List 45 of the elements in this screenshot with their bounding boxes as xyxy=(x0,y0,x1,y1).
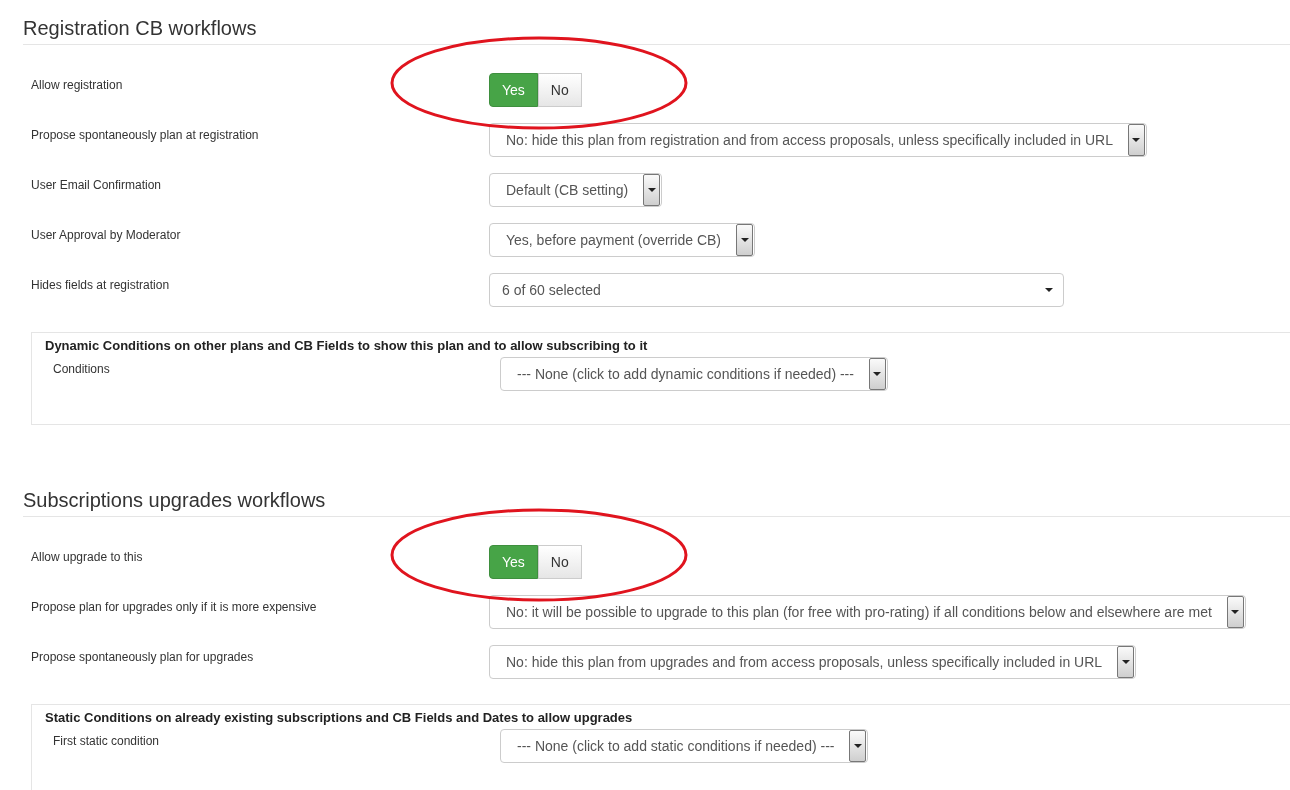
field-label: Hides fields at registration xyxy=(31,277,171,294)
section-heading: Registration CB workflows xyxy=(23,0,1290,45)
field-label: User Approval by Moderator xyxy=(31,227,182,244)
caret-icon xyxy=(1132,138,1141,142)
dropdown-button[interactable] xyxy=(1117,646,1135,678)
field-label: Propose spontaneously plan for upgrades xyxy=(31,649,255,666)
select-value: No: hide this plan from upgrades and from access proposals, unless specifically included in URL xyxy=(506,652,1103,672)
caret-icon xyxy=(873,372,882,376)
select-value: 6 of 60 selected xyxy=(502,280,601,300)
field-label: User Email Confirmation xyxy=(31,177,163,194)
dropdown-button[interactable] xyxy=(868,358,886,390)
select-value: No: it will be possible to upgrade to this plan (for free with pro-rating) if all conditions below and elsewhere are met xyxy=(506,602,1212,622)
select-field[interactable]: Yes, before payment (override CB) xyxy=(489,223,756,257)
select-field[interactable]: No: hide this plan from registration and from access proposals, unless specifically included in URL xyxy=(489,123,1147,157)
toggle-option[interactable]: No xyxy=(537,545,582,579)
dropdown-button[interactable] xyxy=(736,224,754,256)
field-label: Propose plan for upgrades only if it is more expensive xyxy=(31,599,318,616)
caret-icon xyxy=(1121,660,1130,664)
caret-icon xyxy=(647,188,656,192)
caret-icon xyxy=(853,744,862,748)
select-value: --- None (click to add dynamic conditions if needed) --- xyxy=(517,364,854,384)
dropdown-button[interactable] xyxy=(1127,124,1145,156)
field-label: First static condition xyxy=(53,733,161,750)
select-field[interactable]: No: it will be possible to upgrade to this plan (for free with pro-rating) if all conditions below and elsewhere are met xyxy=(489,595,1246,629)
select-value: No: hide this plan from registration and from access proposals, unless specifically included in URL xyxy=(506,130,1113,150)
select-field[interactable]: Default (CB setting) xyxy=(489,173,663,207)
caret-icon xyxy=(1045,288,1053,292)
caret-icon xyxy=(1231,610,1240,614)
select-field[interactable]: --- None (click to add static conditions if needed) --- xyxy=(500,729,869,763)
dropdown-button[interactable] xyxy=(643,174,661,206)
select-value: Default (CB setting) xyxy=(506,180,629,200)
toggle-option[interactable]: No xyxy=(537,73,582,107)
field-label: Allow registration xyxy=(31,77,124,94)
select-value: Yes, before payment (override CB) xyxy=(506,230,722,250)
dropdown-button[interactable] xyxy=(1226,596,1244,628)
multiselect-field[interactable]: 6 of 60 selected xyxy=(489,273,1064,307)
dropdown-button[interactable] xyxy=(849,730,867,762)
field-label: Conditions xyxy=(53,361,111,378)
caret-icon xyxy=(740,238,749,242)
field-label: Propose spontaneously plan at registration xyxy=(31,127,260,144)
section-heading: Subscriptions upgrades workflows xyxy=(23,472,1290,517)
select-field[interactable]: --- None (click to add dynamic conditions if needed) --- xyxy=(500,357,888,391)
select-value: --- None (click to add static conditions if needed) --- xyxy=(517,736,835,756)
field-label: Allow upgrade to this xyxy=(31,549,144,566)
select-field[interactable]: No: hide this plan from upgrades and from access proposals, unless specifically included in URL xyxy=(489,645,1137,679)
